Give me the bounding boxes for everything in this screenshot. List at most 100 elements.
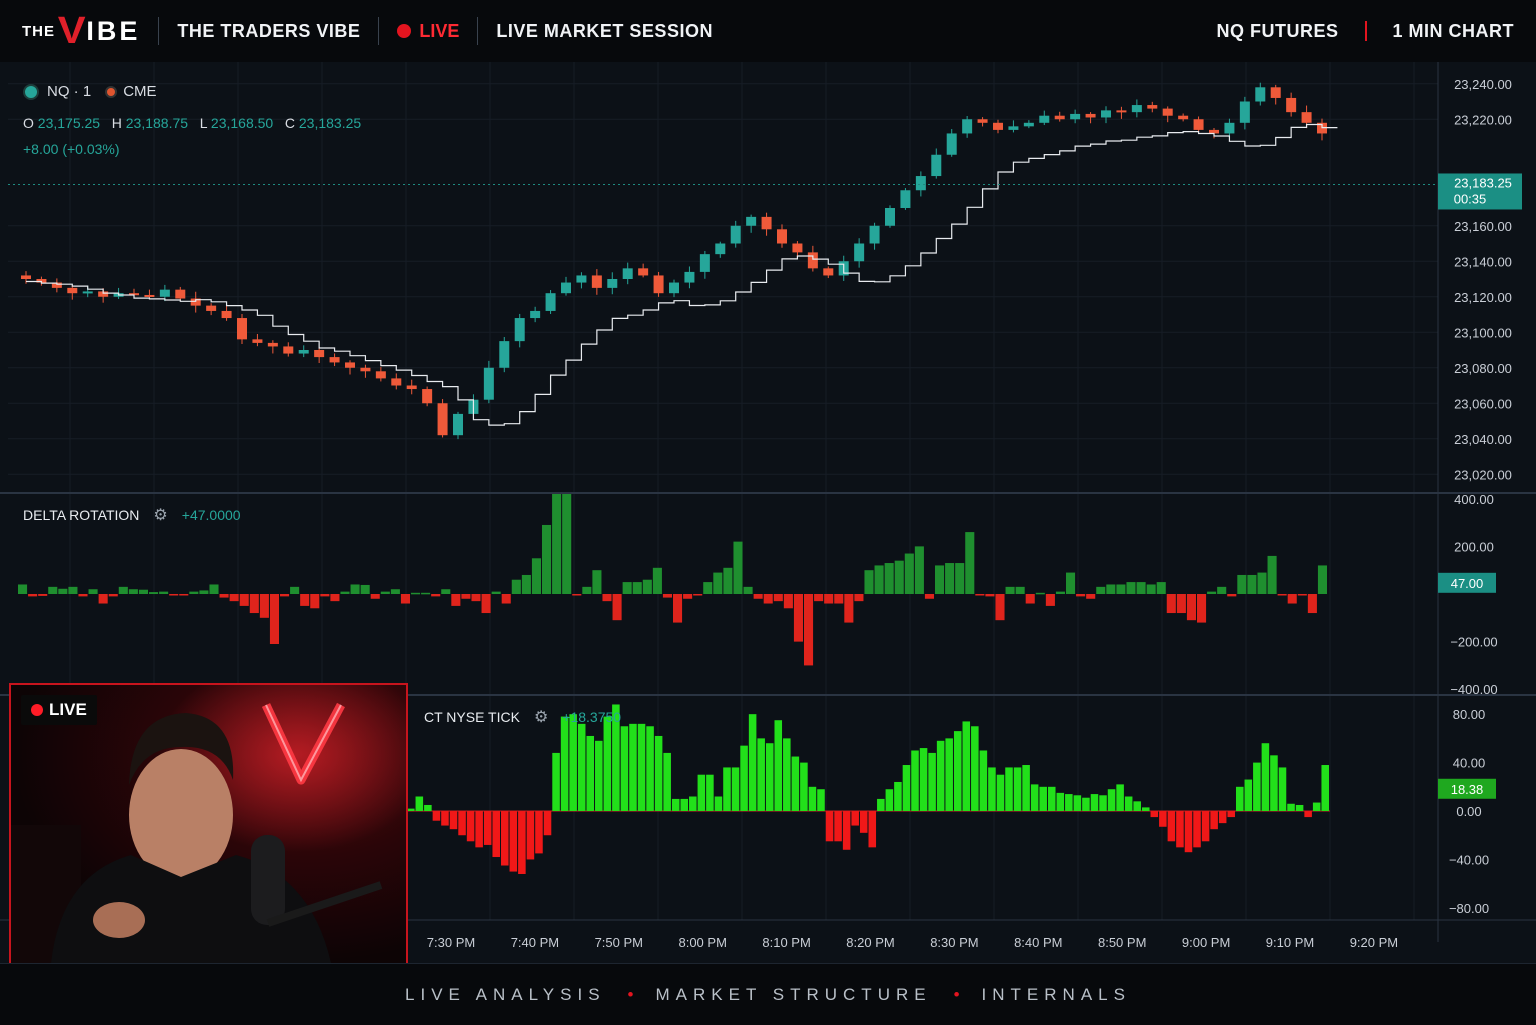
tick-bar bbox=[466, 811, 475, 842]
footer-bar: LIVE ANALYSIS • MARKET STRUCTURE • INTER… bbox=[0, 963, 1536, 1025]
divider bbox=[1364, 21, 1367, 41]
candle-body bbox=[977, 119, 988, 123]
divider bbox=[477, 17, 479, 45]
time-axis-label: 9:00 PM bbox=[1182, 935, 1230, 950]
brand-logo: THE V IBE bbox=[22, 0, 140, 62]
delta-bar bbox=[632, 582, 642, 594]
tick-bar bbox=[1167, 811, 1176, 842]
candle-body bbox=[1131, 105, 1142, 113]
candle-body bbox=[900, 190, 911, 208]
tick-bar bbox=[543, 811, 552, 836]
delta-bar bbox=[884, 563, 894, 594]
tick-bar bbox=[629, 723, 637, 812]
tick-bar bbox=[1201, 811, 1210, 842]
tick-pane-legend[interactable]: CT NYSE TICK ⚙ +18.3750 bbox=[424, 707, 621, 727]
delta-bar bbox=[88, 589, 98, 594]
delta-bar bbox=[773, 594, 783, 602]
delta-bar bbox=[753, 594, 763, 599]
candle-body bbox=[1116, 110, 1127, 113]
symbol-legend[interactable]: NQ · 1 CME bbox=[23, 83, 157, 100]
tick-bar bbox=[432, 811, 441, 821]
candle-body bbox=[962, 119, 973, 134]
delta-bar bbox=[713, 572, 723, 594]
delta-bar bbox=[743, 586, 753, 594]
candle-body bbox=[761, 216, 772, 230]
delta-bar bbox=[280, 594, 290, 597]
delta-pane-legend[interactable]: DELTA ROTATION ⚙ +47.0000 bbox=[23, 505, 241, 525]
tick-bar bbox=[723, 767, 731, 812]
delta-bar bbox=[249, 594, 259, 614]
candle-body bbox=[329, 357, 340, 363]
delta-bar bbox=[38, 594, 48, 596]
tick-bar bbox=[945, 738, 953, 812]
time-axis-label: 8:50 PM bbox=[1098, 935, 1146, 950]
candle-body bbox=[67, 287, 78, 294]
tick-bar bbox=[671, 798, 680, 812]
price-change: +8.00 (+0.03%) bbox=[23, 141, 120, 157]
time-axis-label: 8:30 PM bbox=[930, 935, 978, 950]
candle-body bbox=[1101, 110, 1111, 118]
exchange-status-icon bbox=[105, 85, 118, 98]
candle-body bbox=[453, 413, 463, 436]
candle-body bbox=[869, 225, 880, 244]
price-axis-label: 23,120.00 bbox=[1454, 290, 1512, 305]
candle-body bbox=[1255, 87, 1266, 102]
tick-bar bbox=[1073, 795, 1082, 812]
delta-bar bbox=[894, 560, 904, 594]
delta-bar bbox=[804, 594, 814, 666]
delta-bar bbox=[1045, 594, 1055, 606]
delta-bar bbox=[431, 594, 441, 597]
candle-body bbox=[684, 271, 695, 283]
tick-axis-label: −40.00 bbox=[1449, 852, 1489, 867]
delta-bar bbox=[1257, 572, 1267, 594]
tick-axis-label: 40.00 bbox=[1453, 756, 1486, 771]
candle-body bbox=[1147, 105, 1158, 109]
delta-bar bbox=[199, 590, 209, 594]
tick-bar bbox=[535, 811, 543, 854]
delta-bar bbox=[219, 594, 229, 598]
delta-bar bbox=[763, 594, 773, 604]
candle-body bbox=[946, 133, 957, 155]
tick-bar bbox=[603, 716, 612, 812]
delta-bar bbox=[1237, 574, 1247, 594]
candle-body bbox=[530, 310, 541, 319]
tick-bar bbox=[791, 756, 800, 812]
candle-body bbox=[1070, 113, 1081, 120]
candle-body bbox=[1301, 112, 1312, 123]
time-axis-label: 7:30 PM bbox=[427, 935, 475, 950]
tick-bar bbox=[962, 721, 971, 812]
tick-bar bbox=[1090, 794, 1099, 812]
delta-bar bbox=[975, 594, 985, 596]
timeframe-label: 1 MIN CHART bbox=[1392, 20, 1514, 41]
delta-bar bbox=[1156, 582, 1166, 594]
host-video-image bbox=[11, 685, 406, 963]
candle-body bbox=[406, 385, 417, 390]
high-label: H bbox=[111, 115, 122, 131]
candle-body bbox=[375, 371, 386, 379]
candle-body bbox=[561, 282, 571, 294]
tick-bar bbox=[842, 811, 851, 850]
delta-bar bbox=[239, 594, 249, 606]
delta-bar bbox=[1066, 572, 1076, 594]
live-label: LIVE bbox=[419, 20, 460, 41]
delta-bar bbox=[118, 586, 128, 594]
delta-bar bbox=[602, 594, 612, 602]
delta-bar bbox=[542, 524, 552, 594]
delta-bar bbox=[1197, 594, 1207, 623]
gear-icon[interactable]: ⚙ bbox=[153, 505, 167, 525]
candle-body bbox=[885, 208, 895, 226]
delta-bar bbox=[179, 594, 189, 596]
tick-bar bbox=[902, 765, 911, 812]
webcam-live-label: LIVE bbox=[49, 700, 87, 719]
gear-icon[interactable]: ⚙ bbox=[534, 707, 548, 727]
candle-body bbox=[514, 318, 525, 342]
tick-bar bbox=[475, 811, 483, 848]
delta-bar bbox=[1227, 594, 1237, 597]
tick-bar bbox=[1278, 767, 1287, 812]
tick-bar bbox=[808, 786, 817, 812]
candle-body bbox=[1054, 115, 1065, 120]
live-indicator: LIVE bbox=[397, 21, 459, 42]
price-axis-label: 23,020.00 bbox=[1454, 467, 1512, 482]
delta-bar bbox=[824, 594, 834, 604]
delta-bar bbox=[1186, 594, 1196, 621]
